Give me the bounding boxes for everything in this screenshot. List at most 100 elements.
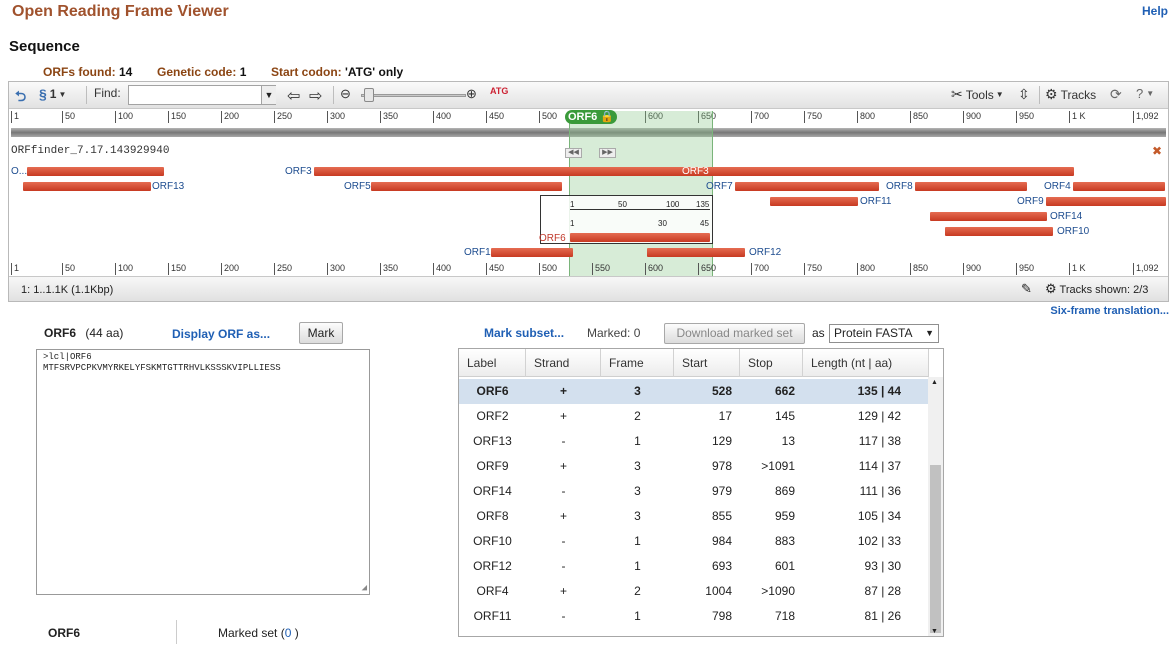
- table-cell: +: [559, 459, 567, 473]
- tools-menu[interactable]: ✂ Tools ▼: [951, 86, 1004, 103]
- tracks-shown[interactable]: ⚙ Tracks shown: 2/3: [1045, 281, 1148, 297]
- tab-marked-set[interactable]: Marked set (0 ): [218, 626, 299, 640]
- display-orf-link[interactable]: Display ORF as...: [172, 327, 270, 341]
- table-cell: ORF2: [476, 409, 509, 423]
- question-icon: ?: [1136, 86, 1144, 101]
- table-row[interactable]: ORF6 +3 528 662 135 | 44: [459, 379, 929, 404]
- table-cell: 883: [774, 534, 795, 548]
- orf-label[interactable]: ORF11: [860, 196, 892, 207]
- orf-feature-orf7[interactable]: [735, 182, 879, 191]
- orf-label: ORF3: [682, 166, 709, 177]
- orfs-found: ORFs found: 14: [43, 65, 133, 79]
- zoom-slider[interactable]: [361, 94, 466, 97]
- orf-feature-orf11[interactable]: [770, 197, 858, 206]
- find-input[interactable]: [128, 85, 276, 105]
- table-row[interactable]: ORF12 - 1 693 601 93 | 30: [459, 554, 929, 579]
- help-link[interactable]: Help: [1142, 4, 1168, 18]
- table-cell: 13: [781, 434, 795, 448]
- orf-label[interactable]: ORF7: [706, 181, 733, 192]
- close-icon[interactable]: ✖: [1152, 144, 1162, 158]
- orf-feature-orf5[interactable]: [371, 182, 562, 191]
- orf-label[interactable]: ORF14: [1050, 211, 1082, 222]
- orf-feature-orf13[interactable]: [23, 182, 151, 191]
- table-row[interactable]: ORF4 +2 1004 >1090 87 | 28: [459, 579, 929, 604]
- orf-feature-orf10[interactable]: [945, 227, 1053, 236]
- orf-feature-orf12[interactable]: [647, 248, 745, 257]
- col-stop[interactable]: Stop: [740, 349, 803, 377]
- table-cell: ORF14: [473, 484, 512, 498]
- format-select[interactable]: Protein FASTA ▼: [829, 324, 939, 343]
- table-cell: 718: [774, 609, 795, 623]
- orf-label[interactable]: ORF4: [1044, 181, 1071, 192]
- orf-label[interactable]: ORF1: [464, 247, 491, 258]
- table-cell: >1090: [761, 584, 795, 598]
- collapse-icon[interactable]: ⇳: [1018, 86, 1030, 103]
- resize-handle-icon[interactable]: ◢: [362, 583, 367, 594]
- pencil-icon[interactable]: ✎: [1021, 281, 1032, 297]
- table-row[interactable]: ORF11 - 1 798 718 81 | 26: [459, 604, 929, 629]
- range-display: 1: 1..1.1K (1.1Kbp): [21, 284, 114, 296]
- orf-label[interactable]: ORF10: [1057, 226, 1089, 237]
- sequence-viewer[interactable]: ⮌ § 1 ▼ Find: ▼ ⇦ ⇨ ⊖ ⊕ ATG ✂ Tools ▼ ⇳ …: [8, 81, 1169, 302]
- orf-feature-orf14[interactable]: [930, 212, 1047, 221]
- col-frame[interactable]: Frame: [601, 349, 674, 377]
- orf-label[interactable]: ORF13: [152, 181, 184, 192]
- table-row[interactable]: ORF2 +2 17 145 129 | 42: [459, 404, 929, 429]
- orf-feature-orf8[interactable]: [915, 182, 1027, 191]
- orf-feature-orf9[interactable]: [1046, 197, 1166, 206]
- orf-feature-orf2[interactable]: [27, 167, 164, 176]
- help-menu[interactable]: ? ▼: [1136, 86, 1154, 101]
- scrollbar-thumb[interactable]: [930, 465, 941, 633]
- tracks-button[interactable]: ⚙ Tracks: [1045, 86, 1096, 103]
- reset-icon[interactable]: ⮌: [15, 86, 26, 110]
- col-label[interactable]: Label: [459, 349, 526, 377]
- table-row[interactable]: ORF8 +3 855 959 105 | 34: [459, 504, 929, 529]
- nav-right-button[interactable]: ▶▶: [599, 148, 616, 158]
- col-start[interactable]: Start: [674, 349, 740, 377]
- table-row[interactable]: ORF14 - 3 979 869 111 | 36: [459, 479, 929, 504]
- genetic-code: Genetic code: 1: [157, 65, 247, 79]
- six-frame-link[interactable]: Six-frame translation...: [1050, 305, 1169, 317]
- chevron-down-icon: ▼: [995, 90, 1004, 99]
- zoom-out-icon[interactable]: ⊖: [340, 86, 351, 102]
- table-row[interactable]: ORF9 +3 978 >1091 114 | 37: [459, 454, 929, 479]
- orf-feature-orf4[interactable]: [1073, 182, 1165, 191]
- orf-label[interactable]: ORF8: [886, 181, 913, 192]
- col-strand[interactable]: Strand: [526, 349, 601, 377]
- table-cell: 1004: [705, 584, 732, 598]
- table-cell: ORF4: [476, 584, 509, 598]
- table-row[interactable]: ORF13 - 1 129 13 117 | 38: [459, 429, 929, 454]
- strand-menu[interactable]: § 1 ▼: [39, 86, 66, 102]
- refresh-icon[interactable]: ⟳: [1110, 86, 1122, 103]
- tools-icon: ✂: [951, 86, 963, 102]
- table-row[interactable]: ORF10 - 1 984 883 102 | 33: [459, 529, 929, 554]
- zoom-slider-handle[interactable]: [364, 88, 374, 102]
- table-cell: 984: [711, 534, 732, 548]
- col-length[interactable]: Length (nt | aa): [803, 349, 929, 377]
- orf-label[interactable]: ORF5: [344, 181, 371, 192]
- table-cell: 528: [711, 384, 732, 398]
- fasta-textarea[interactable]: >lcl|ORF6 MTFSRVPCPKVMYRKELYFSKMTGTTRHVL…: [36, 349, 370, 595]
- mark-subset-link[interactable]: Mark subset...: [484, 326, 564, 340]
- orf-label[interactable]: ORF12: [749, 247, 781, 258]
- table-cell: 869: [774, 484, 795, 498]
- table-cell: 145: [774, 409, 795, 423]
- tab-orf6[interactable]: ORF6: [48, 626, 80, 640]
- orf-label[interactable]: O...: [11, 166, 27, 177]
- arrow-left-icon[interactable]: ⇦: [287, 86, 300, 106]
- selected-orf-tag[interactable]: ORF6 🔒: [565, 110, 617, 124]
- orf-feature-orf6[interactable]: [570, 233, 710, 242]
- arrow-right-icon[interactable]: ⇨: [309, 86, 322, 106]
- atg-icon[interactable]: ATG: [490, 86, 508, 96]
- orf-label[interactable]: ORF6: [539, 233, 566, 244]
- zoom-in-icon[interactable]: ⊕: [466, 86, 477, 102]
- orf-label[interactable]: ORF9: [1017, 196, 1044, 207]
- orf-label[interactable]: ORF3: [285, 166, 312, 177]
- orf-feature-orf1[interactable]: [491, 248, 573, 257]
- mark-button[interactable]: Mark: [299, 322, 343, 344]
- chevron-down-icon: ▼: [925, 328, 934, 338]
- table-scrollbar[interactable]: ▲ ▼: [928, 377, 943, 636]
- download-button[interactable]: Download marked set: [664, 323, 805, 344]
- find-dropdown-icon[interactable]: ▼: [261, 86, 276, 104]
- nav-left-button[interactable]: ◀◀: [565, 148, 582, 158]
